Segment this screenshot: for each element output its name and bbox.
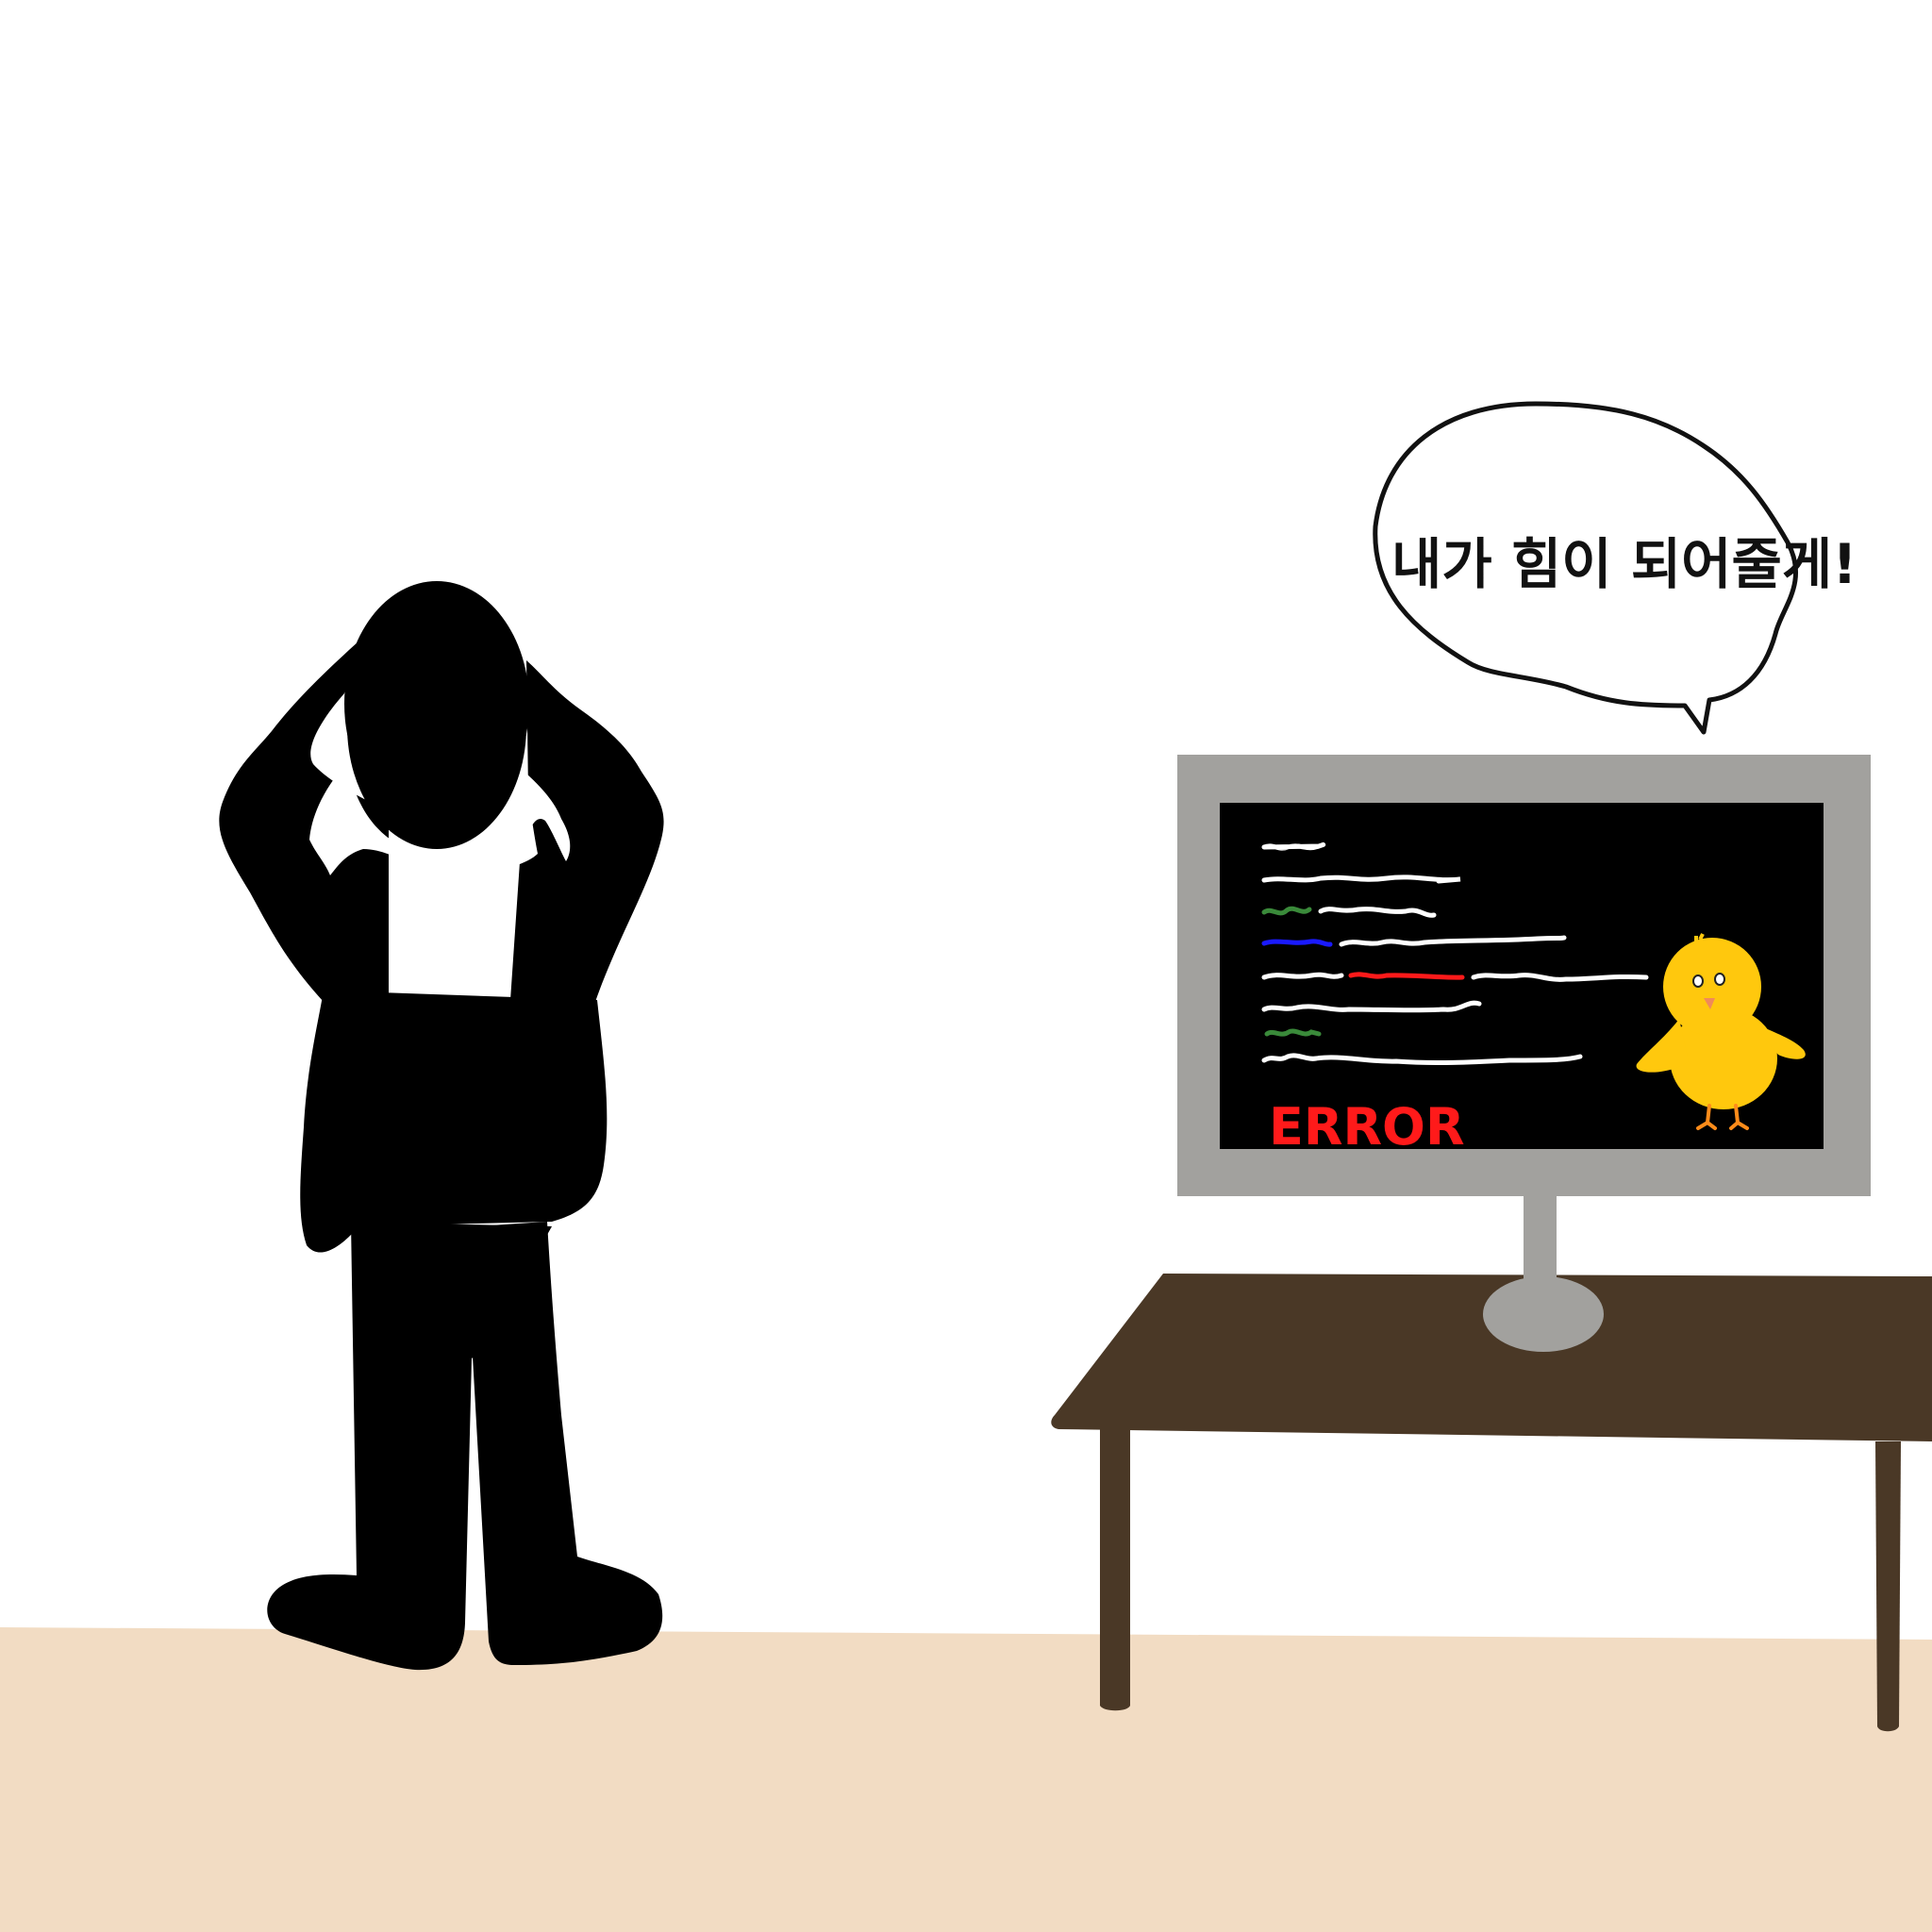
speech-bubble: 내가 힘이 되어줄게!: [1373, 401, 1857, 736]
person-torso: [300, 991, 608, 1253]
floor: [0, 1627, 1932, 1932]
code-line: [1261, 972, 1344, 980]
code-line: [1261, 906, 1312, 916]
code-line: [1261, 841, 1326, 851]
chick-left-eye: [1692, 974, 1704, 988]
monitor-base: [1483, 1276, 1604, 1352]
monitor: ERROR: [1177, 755, 1871, 1196]
person-right-leg: [472, 1222, 663, 1665]
error-label: ERROR: [1269, 1097, 1465, 1157]
comic-scene: 내가 힘이 되어줄게! ERROR: [0, 401, 1932, 1932]
code-line: [1261, 874, 1461, 884]
chick-head: [1663, 938, 1761, 1036]
desk-right-leg: [1875, 1441, 1901, 1732]
stressed-person-silhouette: [219, 581, 664, 1671]
code-line: [1261, 939, 1333, 947]
speech-bubble-text: 내가 힘이 되어줄게!: [1391, 532, 1857, 596]
desk-left-leg: [1100, 1429, 1130, 1711]
chick-right-eye: [1714, 973, 1725, 986]
monitor-neck: [1524, 1196, 1557, 1281]
monitor-stand: [1483, 1196, 1604, 1352]
